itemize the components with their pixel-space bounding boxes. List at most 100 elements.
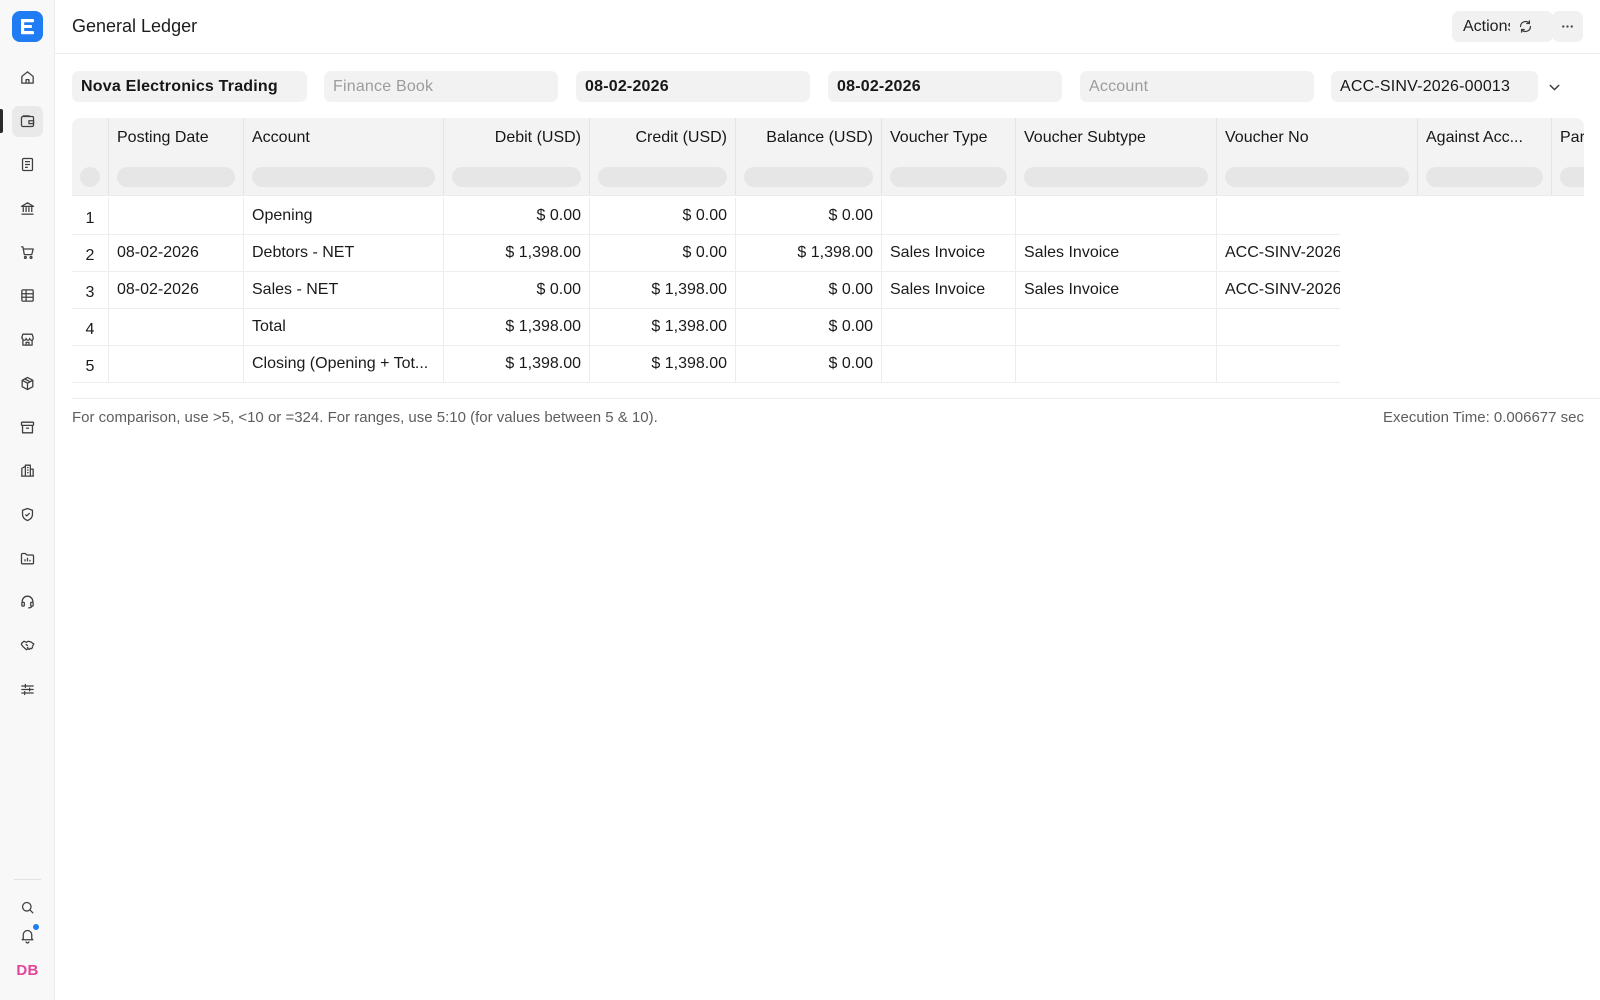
more-options-button[interactable]: [1552, 11, 1583, 42]
column-filter-input[interactable]: [252, 166, 435, 187]
finance-book-input[interactable]: [333, 77, 549, 96]
table-row[interactable]: 4 Total $ 1,398.00 $ 1,398.00 $ 0.00: [72, 309, 1340, 346]
cell-account[interactable]: Opening: [244, 198, 444, 234]
sidebar-item-banking[interactable]: [12, 193, 43, 224]
column-header[interactable]: Par: [1552, 118, 1584, 158]
cell-credit[interactable]: $ 1,398.00: [590, 309, 736, 345]
column-filter-input[interactable]: [1225, 166, 1409, 187]
from-date-input[interactable]: [585, 77, 801, 96]
column-header[interactable]: Debit (USD): [444, 118, 590, 158]
cell-voucher-type[interactable]: Sales Invoice: [882, 235, 1016, 271]
more-filters-chevron-icon[interactable]: [1546, 79, 1563, 96]
column-header[interactable]: Balance (USD): [736, 118, 882, 158]
from-date-filter[interactable]: [576, 71, 810, 102]
column-header[interactable]: Against Acc...: [1418, 118, 1552, 158]
sidebar-item-support[interactable]: [12, 586, 43, 617]
sidebar-item-accounting[interactable]: [12, 106, 43, 137]
cell-voucher-no[interactable]: [1217, 198, 1340, 234]
column-header[interactable]: Credit (USD): [590, 118, 736, 158]
cell-voucher-no[interactable]: ACC-SINV-2026-00013: [1217, 235, 1340, 271]
company-input[interactable]: [81, 77, 298, 96]
sidebar-item-stock[interactable]: [12, 368, 43, 399]
sidebar-search-button[interactable]: [12, 892, 43, 923]
cell-debit[interactable]: $ 0.00: [444, 198, 590, 234]
cell-credit[interactable]: $ 0.00: [590, 235, 736, 271]
column-filter-input[interactable]: [744, 166, 873, 187]
cell-posting-date[interactable]: [109, 309, 244, 345]
sidebar-item-assets[interactable]: [12, 412, 43, 443]
sidebar-item-reports[interactable]: [12, 280, 43, 311]
app-logo[interactable]: [12, 11, 43, 42]
cell-voucher-subtype[interactable]: [1016, 346, 1217, 382]
to-date-filter[interactable]: [828, 71, 1062, 102]
refresh-button[interactable]: [1510, 11, 1541, 42]
finance-book-filter[interactable]: [324, 71, 558, 102]
voucher-no-filter[interactable]: [1331, 71, 1538, 102]
cell-voucher-subtype[interactable]: [1016, 198, 1217, 234]
to-date-input[interactable]: [837, 77, 1053, 96]
cell-posting-date[interactable]: 08-02-2026: [109, 272, 244, 308]
table-row[interactable]: 3 08-02-2026 Sales - NET $ 0.00 $ 1,398.…: [72, 272, 1340, 309]
sidebar-item-home[interactable]: [12, 62, 43, 93]
cell-balance[interactable]: $ 0.00: [736, 309, 882, 345]
cell-credit[interactable]: $ 0.00: [590, 198, 736, 234]
cell-debit[interactable]: $ 1,398.00: [444, 235, 590, 271]
cell-voucher-type[interactable]: [882, 346, 1016, 382]
cell-balance[interactable]: $ 0.00: [736, 198, 882, 234]
account-input[interactable]: [1089, 77, 1305, 96]
sidebar-item-projects[interactable]: [12, 543, 43, 574]
account-filter[interactable]: [1080, 71, 1314, 102]
cell-credit[interactable]: $ 1,398.00: [590, 272, 736, 308]
sidebar-item-buying[interactable]: [12, 237, 43, 268]
column-header[interactable]: Posting Date: [109, 118, 244, 158]
column-filter-input[interactable]: [1024, 166, 1208, 187]
cell-account[interactable]: Sales - NET: [244, 272, 444, 308]
column-filter-input[interactable]: [1560, 166, 1584, 187]
column-filter-input[interactable]: [598, 166, 727, 187]
user-avatar[interactable]: DB: [12, 957, 43, 983]
cell-voucher-no[interactable]: ACC-SINV-2026-00013: [1217, 272, 1340, 308]
company-filter[interactable]: [72, 71, 307, 102]
cell-voucher-type[interactable]: [882, 309, 1016, 345]
cell-balance[interactable]: $ 1,398.00: [736, 235, 882, 271]
table-row[interactable]: 1 Opening $ 0.00 $ 0.00 $ 0.00: [72, 198, 1340, 235]
cell-voucher-subtype[interactable]: Sales Invoice: [1016, 235, 1217, 271]
cell-voucher-type[interactable]: Sales Invoice: [882, 272, 1016, 308]
cell-voucher-no[interactable]: [1217, 346, 1340, 382]
sidebar-item-selling[interactable]: [12, 324, 43, 355]
column-header[interactable]: Voucher Type: [882, 118, 1016, 158]
column-filter-input[interactable]: [890, 166, 1007, 187]
cell-voucher-no[interactable]: [1217, 309, 1340, 345]
column-filter-input[interactable]: [80, 166, 100, 187]
sidebar-item-crm[interactable]: [12, 630, 43, 661]
table-row[interactable]: 2 08-02-2026 Debtors - NET $ 1,398.00 $ …: [72, 235, 1340, 272]
cell-debit[interactable]: $ 1,398.00: [444, 346, 590, 382]
column-header[interactable]: Voucher No: [1217, 118, 1418, 158]
cell-voucher-subtype[interactable]: Sales Invoice: [1016, 272, 1217, 308]
column-filter-input[interactable]: [452, 166, 581, 187]
cell-debit[interactable]: $ 0.00: [444, 272, 590, 308]
cell-credit[interactable]: $ 1,398.00: [590, 346, 736, 382]
cell-account[interactable]: Debtors - NET: [244, 235, 444, 271]
column-filter-input[interactable]: [1426, 166, 1543, 187]
cell-posting-date[interactable]: 08-02-2026: [109, 235, 244, 271]
voucher-no-input[interactable]: [1340, 77, 1529, 96]
column-header[interactable]: Account: [244, 118, 444, 158]
cell-voucher-subtype[interactable]: [1016, 309, 1217, 345]
column-header[interactable]: Voucher Subtype: [1016, 118, 1217, 158]
cell-account[interactable]: Closing (Opening + Tot...: [244, 346, 444, 382]
cell-account[interactable]: Total: [244, 309, 444, 345]
cell-posting-date[interactable]: [109, 346, 244, 382]
sidebar-item-manufacturing[interactable]: [12, 455, 43, 486]
cell-posting-date[interactable]: [109, 198, 244, 234]
sidebar-item-quality[interactable]: [12, 499, 43, 530]
cell-debit[interactable]: $ 1,398.00: [444, 309, 590, 345]
sidebar-item-documents[interactable]: [12, 149, 43, 180]
table-row[interactable]: 5 Closing (Opening + Tot... $ 1,398.00 $…: [72, 346, 1340, 383]
cell-voucher-type[interactable]: [882, 198, 1016, 234]
column-filter-input[interactable]: [117, 166, 235, 187]
cell-balance[interactable]: $ 0.00: [736, 346, 882, 382]
sidebar-item-settings[interactable]: [12, 674, 43, 705]
notifications-button[interactable]: [12, 920, 43, 951]
cell-balance[interactable]: $ 0.00: [736, 272, 882, 308]
